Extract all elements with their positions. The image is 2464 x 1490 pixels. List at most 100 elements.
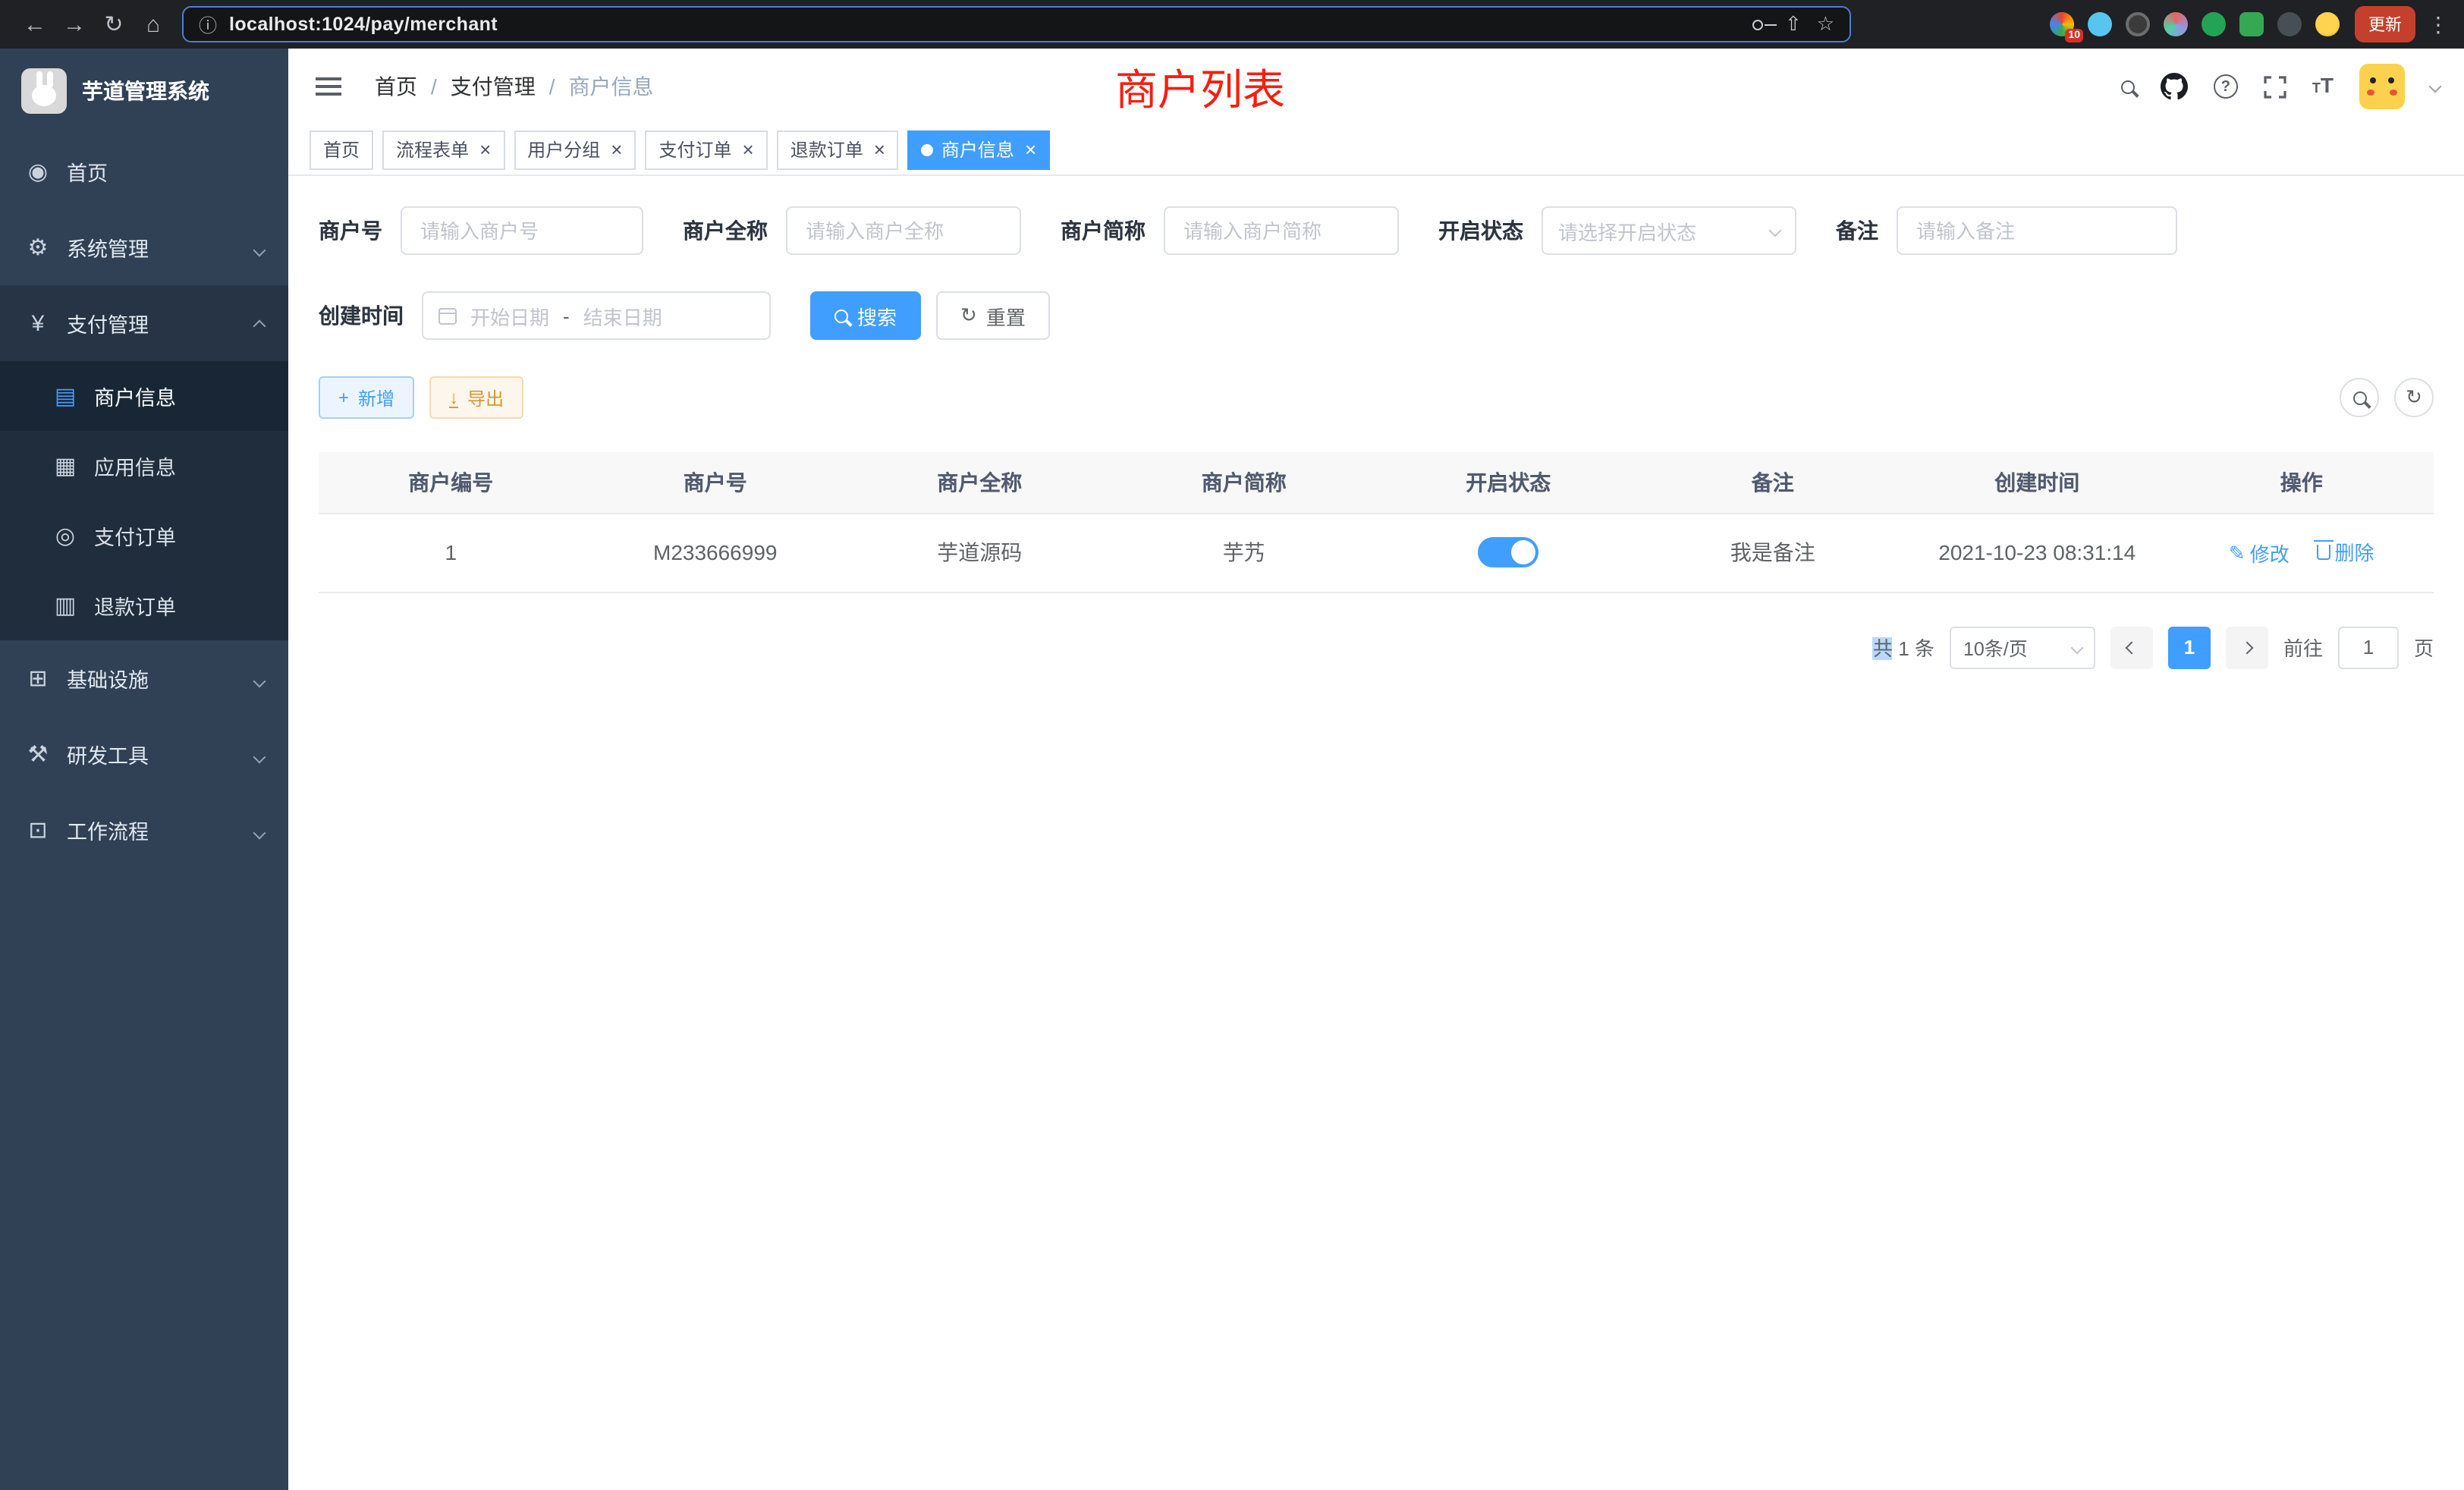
sidebar-item-app-info[interactable]: ▦ 应用信息 (0, 431, 288, 501)
delete-link[interactable]: 删除 (2317, 537, 2374, 566)
filter-row-2: 创建时间 开始日期 - 结束日期 搜索 ↻ 重置 (319, 291, 2434, 340)
back-icon[interactable]: ← (15, 5, 55, 44)
extension-icon-5[interactable] (2202, 12, 2226, 36)
sidebar-item-payment[interactable]: ¥ 支付管理 (0, 285, 288, 361)
col-full-name: 商户全称 (847, 452, 1112, 513)
filter-remark: 备注 (1836, 206, 2177, 255)
col-status: 开启状态 (1376, 452, 1641, 513)
prev-page-button[interactable] (2110, 626, 2153, 668)
goto-page-input[interactable] (2338, 626, 2399, 668)
merchant-no-input[interactable] (401, 206, 643, 255)
close-icon[interactable]: × (874, 140, 885, 159)
plus-icon: + (338, 387, 349, 408)
search-icon[interactable] (2121, 80, 2135, 93)
sidebar-item-dev-tools[interactable]: ⚒ 研发工具 (0, 716, 288, 792)
total-prefix: 共 (1873, 637, 1893, 660)
end-date-placeholder: 结束日期 (583, 301, 662, 330)
chevron-left-icon (2125, 641, 2138, 654)
sidebar-item-refund-orders[interactable]: ▥ 退款订单 (0, 571, 288, 640)
sidebar-item-label: 支付管理 (67, 308, 149, 338)
reload-icon[interactable]: ↻ (94, 5, 134, 44)
start-date-placeholder: 开始日期 (470, 301, 549, 330)
payment-submenu: ▤ 商户信息 ▦ 应用信息 ◎ 支付订单 ▥ 退款订单 (0, 361, 288, 640)
reset-icon: ↻ (960, 303, 977, 328)
sidebar-item-merchant-info[interactable]: ▤ 商户信息 (0, 361, 288, 431)
tab-home[interactable]: 首页 (310, 130, 373, 169)
sidebar-item-home[interactable]: ◉ 首页 (0, 134, 288, 209)
page-size-select[interactable]: 10条/页 (1950, 626, 2095, 668)
sidebar-item-label: 首页 (67, 156, 108, 187)
help-icon[interactable]: ? (2214, 74, 2238, 99)
table-toolbar: + 新增 ↓ 导出 ↻ (319, 376, 2434, 419)
logo-avatar (21, 68, 67, 114)
filter-label: 开启状态 (1438, 215, 1523, 246)
breadcrumb-home[interactable]: 首页 (375, 71, 417, 102)
navbar-actions: ? TT (2121, 64, 2440, 109)
password-key-icon[interactable] (1753, 19, 1764, 30)
extension-icon-2[interactable] (2088, 12, 2112, 36)
avatar-caret-icon[interactable] (2429, 80, 2442, 93)
extension-icon-7[interactable] (2277, 12, 2302, 36)
cell-merchant-index: 1 (319, 513, 583, 592)
merchant-name-input[interactable] (786, 206, 1021, 255)
tab-refund-orders[interactable]: 退款订单 × (777, 130, 899, 169)
extension-icon-4[interactable] (2164, 12, 2188, 36)
filter-label: 备注 (1836, 215, 1878, 246)
page-1-button[interactable]: 1 (2168, 626, 2211, 668)
fullscreen-icon[interactable] (2264, 75, 2286, 98)
cell-merchant-no: M233666999 (583, 513, 848, 592)
github-icon[interactable] (2161, 73, 2188, 100)
url-bar[interactable]: ⓘ localhost:1024/pay/merchant ⇧ ☆ (182, 6, 1851, 42)
next-page-button[interactable] (2226, 626, 2268, 668)
font-size-icon[interactable]: TT (2312, 73, 2334, 100)
filter-merchant-short-name: 商户简称 (1061, 206, 1399, 255)
search-button[interactable]: 搜索 (810, 291, 921, 340)
tab-merchant-info[interactable]: 商户信息 × (908, 130, 1050, 169)
sidebar-item-pay-orders[interactable]: ◎ 支付订单 (0, 501, 288, 571)
bookmark-star-icon[interactable]: ☆ (1817, 12, 1834, 36)
trash-icon (2317, 544, 2330, 559)
pagination-total: 共 1 条 (1873, 633, 1934, 662)
tab-process-form[interactable]: 流程表单 × (382, 130, 504, 169)
add-button[interactable]: + 新增 (319, 376, 414, 419)
edit-link[interactable]: ✎ 修改 (2229, 539, 2290, 567)
close-icon[interactable]: × (743, 140, 754, 159)
avatar[interactable] (2359, 64, 2405, 109)
sidebar-item-system[interactable]: ⚙ 系统管理 (0, 209, 288, 285)
date-range-picker[interactable]: 开始日期 - 结束日期 (422, 291, 771, 340)
merchant-short-name-input[interactable] (1164, 206, 1399, 255)
browser-menu-icon[interactable]: ⋮ (2428, 11, 2449, 37)
site-info-icon[interactable]: ⓘ (199, 11, 217, 37)
close-icon[interactable]: × (611, 140, 622, 159)
update-button[interactable]: 更新 (2355, 6, 2415, 42)
breadcrumb-current: 商户信息 (569, 71, 654, 102)
extension-icon-8[interactable] (2315, 12, 2340, 36)
share-icon[interactable]: ⇧ (1785, 12, 1802, 36)
status-toggle[interactable] (1478, 537, 1538, 567)
toggle-search-button[interactable] (2340, 378, 2379, 417)
forward-icon[interactable]: → (55, 5, 94, 44)
merchant-table: 商户编号 商户号 商户全称 商户简称 开启状态 备注 创建时间 操作 1 (319, 452, 2434, 593)
extension-icon-3[interactable] (2126, 12, 2150, 36)
edit-icon: ✎ (2229, 541, 2246, 565)
export-button[interactable]: ↓ 导出 (429, 376, 523, 419)
main-area: 首页 / 支付管理 / 商户信息 ? TT (288, 49, 2464, 1490)
hamburger-icon[interactable] (316, 85, 341, 88)
status-select[interactable]: 请选择开启状态 (1542, 206, 1796, 255)
tab-pay-orders[interactable]: 支付订单 × (645, 130, 767, 169)
reset-button[interactable]: ↻ 重置 (936, 291, 1050, 340)
remark-input[interactable] (1897, 206, 2177, 255)
chevron-right-icon (2240, 641, 2253, 654)
extension-icon-1[interactable]: 10 (2050, 12, 2074, 36)
refresh-button[interactable]: ↻ (2394, 378, 2434, 417)
close-icon[interactable]: × (479, 140, 491, 159)
tab-user-group[interactable]: 用户分组 × (514, 130, 636, 169)
close-icon[interactable]: × (1025, 140, 1036, 159)
sidebar-item-infrastructure[interactable]: ⊞ 基础设施 (0, 640, 288, 716)
sidebar-item-workflow[interactable]: ⊡ 工作流程 (0, 792, 288, 868)
annotation-title: 商户列表 (1115, 58, 1285, 118)
extension-icon-6[interactable] (2239, 12, 2264, 36)
breadcrumb-payment[interactable]: 支付管理 (451, 71, 536, 102)
home-icon[interactable]: ⌂ (134, 5, 173, 44)
table-header-row: 商户编号 商户号 商户全称 商户简称 开启状态 备注 创建时间 操作 (319, 452, 2434, 513)
